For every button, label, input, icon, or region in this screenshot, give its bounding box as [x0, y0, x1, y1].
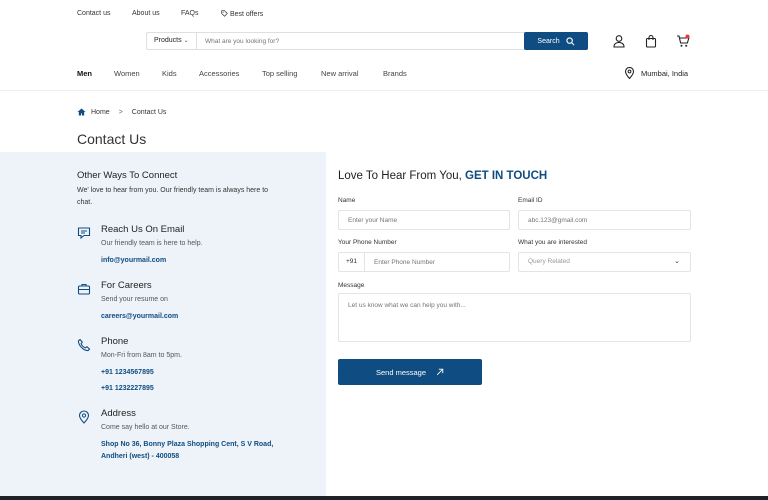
email-field[interactable]: [518, 210, 691, 230]
name-label: Name: [338, 197, 356, 204]
nav-item-kids[interactable]: Kids: [162, 69, 177, 78]
nav-item-accessories[interactable]: Accessories: [199, 69, 239, 78]
location-pin-icon: [78, 410, 90, 424]
faqs-link[interactable]: FAQs: [181, 10, 199, 17]
careers-link[interactable]: careers@yourmail.com: [101, 313, 178, 320]
user-icon[interactable]: [612, 34, 626, 48]
chat-icon: [77, 227, 91, 240]
message-field[interactable]: [338, 293, 691, 342]
careers-subtitle: Send your resume on: [101, 296, 168, 303]
phone-number-2[interactable]: +91 1232227895: [101, 385, 154, 392]
form-title: Love To Hear From You, GET IN TOUCH: [338, 170, 547, 182]
breadcrumb-home[interactable]: Home: [91, 109, 110, 116]
interest-select-value: Query Related: [528, 258, 570, 265]
cart-icon[interactable]: [676, 34, 690, 48]
other-ways-title: Other Ways To Connect: [77, 170, 178, 181]
other-ways-description: We' love to hear from you. Our friendly …: [77, 187, 269, 206]
phone-field[interactable]: [366, 253, 508, 271]
location-selector[interactable]: Mumbai, India: [624, 67, 688, 79]
cart-badge: [685, 34, 690, 39]
search-button[interactable]: Search: [524, 32, 588, 50]
category-select[interactable]: Products ⌄: [147, 33, 197, 49]
phone-number-1[interactable]: +91 1234567895: [101, 369, 154, 376]
breadcrumb-current: Contact Us: [131, 108, 167, 116]
page-title: Contact Us: [77, 131, 147, 147]
breadcrumb: Home > Contact Us: [77, 106, 166, 118]
footer-strip: [0, 496, 768, 500]
nav-item-brands[interactable]: Brands: [383, 69, 407, 78]
search-input[interactable]: [198, 33, 525, 49]
phone-subtitle: Mon-Fri from 8am to 5pm.: [101, 352, 182, 359]
tag-icon: [221, 10, 228, 17]
address-line-1[interactable]: Shop No 36, Bonny Plaza Shopping Cent, S…: [101, 441, 273, 448]
breadcrumb-separator: >: [118, 108, 123, 116]
nav-item-top-selling[interactable]: Top selling: [262, 69, 297, 78]
form-title-accent: GET IN TOUCH: [465, 170, 548, 182]
email-subtitle: Our friendly team is here to help.: [101, 240, 203, 247]
email-label: Email ID: [518, 197, 543, 204]
about-us-link[interactable]: About us: [132, 10, 160, 17]
send-message-label: Send message: [375, 367, 427, 377]
top-utility-bar: Contact us About us FAQs Best offers: [0, 0, 768, 30]
nav-item-men[interactable]: Men: [77, 69, 92, 78]
arrow-up-right-icon: [436, 368, 444, 376]
address-line-2[interactable]: Andheri (west) - 400058: [101, 453, 179, 460]
phone-icon: [77, 338, 91, 352]
best-offers-link[interactable]: Best offers: [221, 10, 263, 18]
search-bar: Products⌄ Search: [146, 32, 588, 50]
phone-title: Phone: [101, 336, 129, 347]
location-label: Mumbai, India: [641, 68, 689, 78]
search-button-label: Search: [537, 37, 560, 45]
careers-title: For Careers: [101, 280, 152, 291]
interest-select[interactable]: Query Related ⌄: [518, 252, 691, 272]
address-title: Address: [101, 408, 136, 419]
email-link[interactable]: info@yourmail.com: [101, 257, 166, 264]
search-icon: [565, 36, 575, 45]
best-offers-label: Best offers: [229, 11, 264, 18]
message-label: Message: [338, 282, 365, 289]
phone-field-group: +91: [338, 252, 510, 272]
name-field[interactable]: [338, 210, 510, 230]
nav-item-new-arrival[interactable]: New arrival: [321, 69, 359, 78]
email-title: Reach Us On Email: [101, 224, 185, 235]
address-subtitle: Come say hello at our Store.: [101, 424, 190, 431]
category-select-value: Products: [154, 37, 182, 44]
nav-item-women[interactable]: Women: [114, 69, 140, 78]
location-pin-icon: [624, 67, 635, 79]
shopping-bag-icon[interactable]: [644, 34, 658, 48]
home-icon[interactable]: [77, 108, 86, 116]
briefcase-icon: [77, 283, 91, 295]
chevron-down-icon: ⌄: [674, 258, 680, 265]
contact-us-link[interactable]: Contact us: [77, 10, 110, 17]
send-message-button[interactable]: Send message: [338, 359, 482, 385]
phone-label: Your Phone Number: [338, 239, 397, 246]
header-divider: [0, 90, 768, 91]
country-code-select[interactable]: +91: [339, 253, 365, 271]
form-title-plain: Love To Hear From You,: [338, 170, 462, 182]
interest-label: What you are interested: [518, 239, 588, 246]
chevron-down-icon: ⌄: [183, 38, 189, 44]
